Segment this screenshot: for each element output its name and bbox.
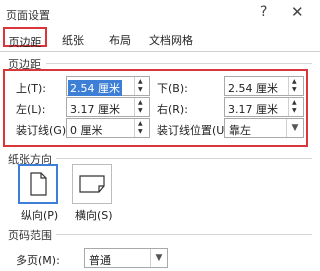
gutter-label: 装订线(G): — [16, 124, 70, 137]
gutter-position-value: 靠左 — [229, 124, 251, 137]
spin-up-icon[interactable]: ▲ — [138, 100, 143, 106]
spin-down-icon[interactable]: ▼ — [138, 129, 143, 135]
tab-layout[interactable]: 布局 — [109, 32, 131, 48]
tab-bar: 页边距 纸张 布局 文档网格 — [0, 27, 320, 52]
left-margin-input[interactable]: 3.17 厘米 ▲ ▼ — [66, 97, 150, 117]
bottom-margin-spinner[interactable]: ▲ ▼ — [288, 77, 303, 95]
spin-up-icon[interactable]: ▲ — [292, 79, 297, 85]
chevron-down-icon[interactable]: ▼ — [286, 119, 303, 137]
multiple-pages-select[interactable]: 普通 ▼ — [84, 248, 168, 268]
top-margin-spinner[interactable]: ▲ ▼ — [134, 77, 149, 95]
top-margin-label: 上(T): — [16, 82, 47, 95]
left-margin-spinner[interactable]: ▲ ▼ — [134, 98, 149, 116]
tab-paper[interactable]: 纸张 — [62, 32, 84, 48]
top-margin-input[interactable]: 2.54 厘米 ▲ ▼ — [66, 76, 150, 96]
tab-margins[interactable]: 页边距 — [3, 27, 47, 49]
title-bar: 页面设置 ? ✕ — [0, 0, 320, 26]
bottom-margin-label: 下(B): — [157, 82, 188, 95]
portrait-button[interactable] — [18, 164, 58, 204]
dialog-title: 页面设置 — [6, 9, 50, 22]
landscape-page-icon — [79, 175, 105, 193]
multiple-pages-label: 多页(M): — [16, 254, 60, 267]
bottom-margin-value: 2.54 厘米 — [228, 82, 278, 95]
portrait-page-icon — [30, 172, 47, 196]
spin-down-icon[interactable]: ▼ — [292, 87, 297, 93]
chevron-down-icon[interactable]: ▼ — [150, 249, 167, 267]
divider — [46, 63, 312, 64]
spin-down-icon[interactable]: ▼ — [138, 87, 143, 93]
gutter-value: 0 厘米 — [70, 124, 103, 137]
spin-up-icon[interactable]: ▲ — [138, 79, 143, 85]
close-button[interactable]: ✕ — [291, 3, 304, 21]
divider — [56, 158, 312, 159]
spin-up-icon[interactable]: ▲ — [292, 100, 297, 106]
gutter-position-label: 装订线位置(U): — [157, 124, 233, 137]
top-margin-value: 2.54 厘米 — [68, 80, 122, 96]
landscape-button[interactable] — [72, 164, 112, 204]
bottom-margin-input[interactable]: 2.54 厘米 ▲ ▼ — [224, 76, 304, 96]
right-margin-spinner[interactable]: ▲ ▼ — [288, 98, 303, 116]
left-margin-label: 左(L): — [16, 103, 46, 116]
right-margin-value: 3.17 厘米 — [228, 103, 278, 116]
spin-up-icon[interactable]: ▲ — [138, 121, 143, 127]
spin-down-icon[interactable]: ▼ — [138, 108, 143, 114]
right-margin-input[interactable]: 3.17 厘米 ▲ ▼ — [224, 97, 304, 117]
portrait-label: 纵向(P) — [21, 209, 59, 222]
left-margin-value: 3.17 厘米 — [70, 103, 120, 116]
tab-document-grid[interactable]: 文档网格 — [149, 32, 193, 48]
spin-down-icon[interactable]: ▼ — [292, 108, 297, 114]
gutter-input[interactable]: 0 厘米 ▲ ▼ — [66, 118, 150, 138]
divider — [56, 234, 312, 235]
gutter-spinner[interactable]: ▲ ▼ — [134, 119, 149, 137]
multiple-pages-value: 普通 — [89, 254, 111, 267]
landscape-label: 横向(S) — [75, 209, 113, 222]
pages-section-label: 页码范围 — [8, 229, 52, 242]
right-margin-label: 右(R): — [157, 103, 188, 116]
help-button[interactable]: ? — [260, 4, 267, 20]
gutter-position-select[interactable]: 靠左 ▼ — [224, 118, 304, 138]
